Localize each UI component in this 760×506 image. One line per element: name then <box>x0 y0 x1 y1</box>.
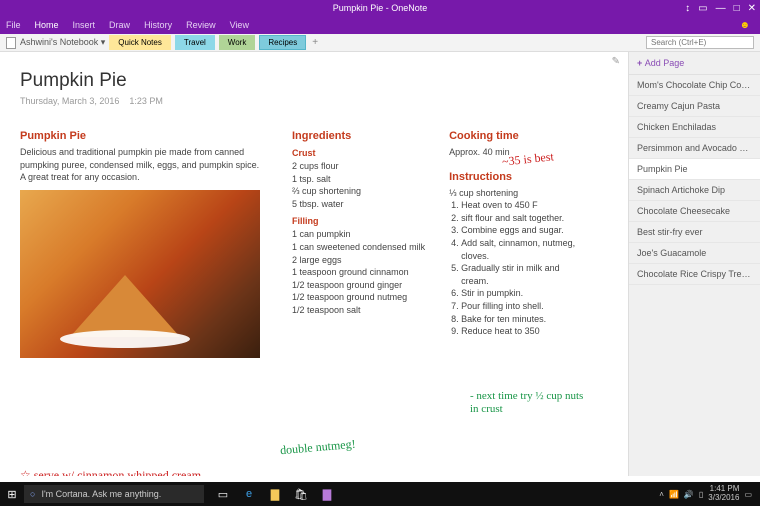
step: Stir in pumpkin. <box>461 287 587 300</box>
ink-annotation: double nutmeg! <box>279 437 356 459</box>
page-content: Pumpkin Pie Delicious and traditional pu… <box>20 130 608 358</box>
tab-file[interactable]: File <box>6 20 21 30</box>
maximize-icon[interactable]: □ <box>734 3 740 14</box>
step: Add salt, cinnamon, nutmeg, cloves. <box>461 237 587 262</box>
tab-home[interactable]: Home <box>35 20 59 30</box>
ing: 1 can pumpkin <box>292 228 425 241</box>
ing: ⅔ cup shortening <box>292 185 425 198</box>
main-area: ✎ Pumpkin Pie Thursday, March 3, 2016 1:… <box>0 52 760 476</box>
add-page-button[interactable]: Add Page <box>629 52 760 75</box>
system-tray: ˄ 📶 🔊 ▯ 1:41 PM 3/3/2016 ▭ <box>659 485 760 503</box>
ing: 1/2 teaspoon ground nutmeg <box>292 291 425 304</box>
tab-history[interactable]: History <box>144 20 172 30</box>
clock-date: 3/3/2016 <box>708 494 739 503</box>
tab-draw[interactable]: Draw <box>109 20 130 30</box>
pin-icon[interactable]: ✎ <box>612 56 620 67</box>
step: Heat oven to 450 F <box>461 199 587 212</box>
window-title: Pumpkin Pie - OneNote <box>333 3 428 13</box>
ink-annotation: - next time try ½ cup nuts in crust <box>470 390 590 416</box>
battery-icon[interactable]: ▯ <box>699 490 703 499</box>
page-list-item[interactable]: Spinach Artichoke Dip <box>629 180 760 201</box>
cortana-search[interactable]: I'm Cortana. Ask me anything. <box>24 485 204 503</box>
section-tab[interactable]: Travel <box>175 35 215 50</box>
tab-insert[interactable]: Insert <box>73 20 96 30</box>
section-toolbar: Ashwini's Notebook ▾ Quick Notes Travel … <box>0 34 760 52</box>
page-list-item[interactable]: Mom's Chocolate Chip Cookies <box>629 75 760 96</box>
ingredients-column: Ingredients Crust 2 cups flour 1 tsp. sa… <box>292 130 425 338</box>
notebook-icon <box>6 37 16 49</box>
step: Bake for ten minutes. <box>461 313 587 326</box>
page-list-item-active[interactable]: Pumpkin Pie <box>629 159 760 180</box>
ing: 1 tsp. salt <box>292 173 425 186</box>
onenote-icon[interactable]: ▇ <box>318 488 336 501</box>
ing: 1 teaspoon ground cinnamon <box>292 266 425 279</box>
page-list-item[interactable]: Chicken Enchiladas <box>629 117 760 138</box>
section-tab[interactable]: Quick Notes <box>109 35 171 50</box>
minimize-icon[interactable]: — <box>716 3 726 14</box>
ing: 2 cups flour <box>292 160 425 173</box>
volume-icon[interactable]: 🔊 <box>684 490 694 499</box>
ribbon-tabs: File Home Insert Draw History Review Vie… <box>0 16 760 34</box>
ribbon-collapse-icon[interactable]: ▭ <box>698 3 707 14</box>
ing: 1/2 teaspoon ground ginger <box>292 279 425 292</box>
page-title[interactable]: Pumpkin Pie <box>20 70 608 92</box>
ing: 1/2 teaspoon salt <box>292 304 425 317</box>
ink-annotation: ☆ serve w/ cinnamon whipped cream <box>20 468 201 476</box>
sync-icon[interactable]: ↕ <box>685 3 690 14</box>
recipe-description: Delicious and traditional pumpkin pie ma… <box>20 146 260 184</box>
page-list-item[interactable]: Chocolate Cheesecake <box>629 201 760 222</box>
store-icon[interactable]: 🛍 <box>292 488 310 501</box>
step: ⅓ cup shortening <box>449 187 587 200</box>
page-list-sidebar: Add Page Mom's Chocolate Chip Cookies Cr… <box>628 52 760 476</box>
step: Reduce heat to 350 <box>461 325 587 338</box>
edge-icon[interactable]: e <box>240 488 258 501</box>
cooking-value: Approx. 40 min <box>449 146 587 159</box>
windows-taskbar: ⊞ I'm Cortana. Ask me anything. ▭ e ▇ 🛍 … <box>0 482 760 506</box>
taskbar-clock[interactable]: 1:41 PM 3/3/2016 <box>708 485 739 503</box>
cooking-heading: Cooking time <box>449 130 587 142</box>
section-tab-active[interactable]: Recipes <box>259 35 306 50</box>
titlebar: Pumpkin Pie - OneNote ↕ ▭ — □ ✕ <box>0 0 760 16</box>
page-list-item[interactable]: Best stir-fry ever <box>629 222 760 243</box>
tab-view[interactable]: View <box>230 20 249 30</box>
search-input[interactable] <box>646 36 754 49</box>
add-section-button[interactable]: + <box>312 37 318 48</box>
section-tab[interactable]: Work <box>219 35 256 50</box>
page-canvas[interactable]: ✎ Pumpkin Pie Thursday, March 3, 2016 1:… <box>0 52 628 476</box>
page-list-item[interactable]: Joe's Guacamole <box>629 243 760 264</box>
page-list-item[interactable]: Persimmon and Avocado Salad <box>629 138 760 159</box>
filling-heading: Filling <box>292 216 425 226</box>
explorer-icon[interactable]: ▇ <box>266 488 284 501</box>
tray-chevron-icon[interactable]: ˄ <box>659 490 664 499</box>
action-center-icon[interactable]: ▭ <box>744 490 752 499</box>
window-controls: ↕ ▭ — □ ✕ <box>685 3 756 14</box>
ing: 1 can sweetened condensed milk <box>292 241 425 254</box>
recipe-photo <box>20 190 260 358</box>
instructions-list: Heat oven to 450 F sift flour and salt t… <box>449 199 587 338</box>
ing: 2 large eggs <box>292 254 425 267</box>
ing: 5 tbsp. water <box>292 198 425 211</box>
instructions-column: Cooking time Approx. 40 min Instructions… <box>449 130 587 338</box>
page-time: 1:23 PM <box>129 96 163 106</box>
recipe-columns: Ingredients Crust 2 cups flour 1 tsp. sa… <box>292 130 587 338</box>
page-date: Thursday, March 3, 2016 <box>20 96 119 106</box>
step: Combine eggs and sugar. <box>461 224 587 237</box>
close-icon[interactable]: ✕ <box>748 3 756 14</box>
tab-review[interactable]: Review <box>186 20 216 30</box>
feedback-icon[interactable]: ☻ <box>739 20 750 31</box>
taskbar-pinned: ▭ e ▇ 🛍 ▇ <box>214 488 336 501</box>
task-view-icon[interactable]: ▭ <box>214 488 232 501</box>
crust-heading: Crust <box>292 148 425 158</box>
ingredients-heading: Ingredients <box>292 130 425 142</box>
step: Gradually stir in milk and cream. <box>461 262 587 287</box>
network-icon[interactable]: 📶 <box>669 490 679 499</box>
step: Pour filling into shell. <box>461 300 587 313</box>
step: sift flour and salt together. <box>461 212 587 225</box>
start-button[interactable]: ⊞ <box>0 488 24 501</box>
page-meta: Thursday, March 3, 2016 1:23 PM <box>20 96 608 106</box>
instructions-heading: Instructions <box>449 171 587 183</box>
notebook-dropdown[interactable]: Ashwini's Notebook ▾ <box>20 37 105 48</box>
page-list-item[interactable]: Chocolate Rice Crispy Treats <box>629 264 760 285</box>
page-list-item[interactable]: Creamy Cajun Pasta <box>629 96 760 117</box>
